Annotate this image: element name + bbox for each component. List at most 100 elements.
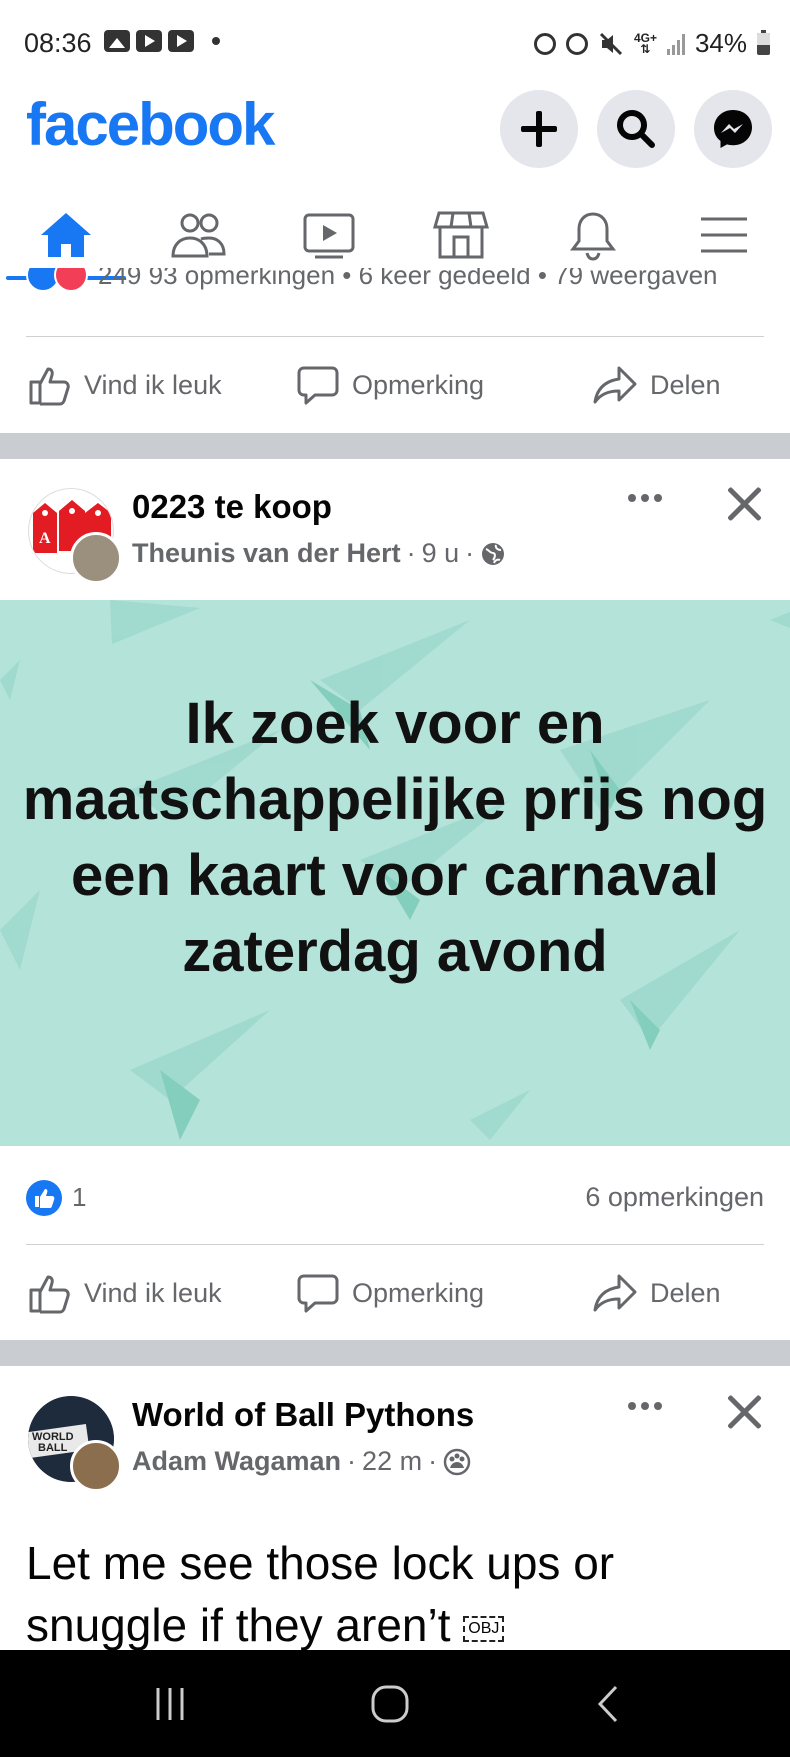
post-text: Let me see those lock ups or snuggle if … <box>26 1537 615 1651</box>
group-avatar[interactable]: WORLD BALL <box>28 1396 122 1492</box>
mute-icon <box>599 32 622 55</box>
more-notifications-dot-icon <box>212 37 220 45</box>
post-meta: Theunis van der Hert · 9 u · <box>132 538 506 569</box>
thumbs-up-icon <box>29 367 70 406</box>
back-icon <box>597 1685 618 1722</box>
previous-post-stats-text[interactable]: 249 93 opmerkingen • 6 keer gedeeld • 79… <box>98 268 718 291</box>
post-time[interactable]: 22 m <box>362 1446 422 1477</box>
divider <box>26 336 764 337</box>
signal-icon <box>666 33 685 55</box>
group-icon <box>443 1448 471 1475</box>
menu-icon <box>701 217 748 253</box>
create-button[interactable] <box>500 90 578 168</box>
facebook-logo[interactable]: facebook <box>26 90 275 159</box>
share-button[interactable]: Delen <box>592 342 721 428</box>
video-icon <box>303 213 355 259</box>
text-post-background[interactable]: Ik zoek voor en maatschappelijke prijs n… <box>0 600 790 1146</box>
comment-label: Opmerking <box>352 1277 485 1308</box>
marketplace-icon <box>432 211 489 259</box>
comment-icon <box>297 366 339 405</box>
divider <box>26 1244 764 1245</box>
comment-label: Opmerking <box>352 369 485 400</box>
post-group-name[interactable]: World of Ball Pythons <box>132 1396 474 1434</box>
messenger-icon <box>714 110 752 148</box>
comment-button[interactable]: Opmerking <box>296 342 484 428</box>
share-button[interactable]: Delen <box>592 1250 721 1336</box>
tab-watch[interactable] <box>263 190 395 280</box>
close-icon[interactable] <box>724 484 764 524</box>
bell-icon <box>569 212 616 261</box>
comment-icon <box>297 1274 339 1313</box>
search-button[interactable] <box>597 90 675 168</box>
meta-separator: · <box>406 538 416 568</box>
close-icon[interactable] <box>724 1392 764 1432</box>
lock-icon <box>533 32 556 55</box>
home-circle-icon <box>371 1685 409 1722</box>
post-author[interactable]: Adam Wagaman <box>132 1446 341 1477</box>
post-header: WORLD BALL World of Ball Pythons Adam Wa… <box>0 1368 790 1492</box>
meta-separator: · <box>347 1446 357 1476</box>
feed-separator <box>0 1340 790 1366</box>
more-options-icon[interactable] <box>628 494 662 502</box>
battery-percentage: 34% <box>694 28 747 58</box>
youtube-icon <box>136 30 162 52</box>
like-label: Vind ik leuk <box>84 369 222 400</box>
globe-icon <box>482 542 505 565</box>
group-avatar[interactable]: A <box>28 488 122 584</box>
like-button[interactable]: Vind ik leuk <box>28 342 222 428</box>
friends-icon <box>170 213 226 258</box>
svg-text:BALL: BALL <box>38 1442 68 1454</box>
post-group-name[interactable]: 0223 te koop <box>132 488 332 526</box>
share-label: Delen <box>650 369 721 400</box>
reaction-icons <box>26 268 88 292</box>
app-header: facebook <box>0 90 790 190</box>
share-icon <box>593 366 637 404</box>
recent-apps-button[interactable] <box>110 1650 230 1757</box>
tab-friends[interactable] <box>132 190 264 280</box>
post-actions: Vind ik leuk Opmerking Delen <box>0 1250 790 1336</box>
meta-separator: · <box>465 538 475 568</box>
previous-post-actions: Vind ik leuk Opmerking Delen <box>0 342 790 428</box>
home-button[interactable] <box>330 1650 450 1757</box>
main-tab-bar <box>0 190 790 280</box>
network-type-label: 4G+ ⇅ <box>633 30 657 56</box>
like-label: Vind ik leuk <box>84 1277 222 1308</box>
like-count[interactable]: 1 <box>72 1182 86 1213</box>
post-time[interactable]: 9 u <box>422 538 460 569</box>
comments-count[interactable]: 6 opmerkingen <box>585 1182 764 1213</box>
previous-post-stats: 249 93 opmerkingen • 6 keer gedeeld • 79… <box>0 268 790 302</box>
feed-separator <box>0 433 790 459</box>
tab-home[interactable] <box>0 190 132 280</box>
share-icon <box>593 1274 637 1312</box>
post-author[interactable]: Theunis van der Hert <box>132 538 401 569</box>
home-icon <box>40 213 91 257</box>
comment-button[interactable]: Opmerking <box>296 1250 484 1336</box>
status-bar: 08:36 4G+ ⇅ 34% <box>0 0 790 90</box>
youtube-icon <box>168 30 194 52</box>
tab-notifications[interactable] <box>527 190 659 280</box>
author-avatar[interactable] <box>70 1440 122 1492</box>
author-avatar[interactable] <box>70 532 122 584</box>
like-reaction-icon[interactable] <box>26 1180 62 1216</box>
post-body: Let me see those lock ups or snuggle if … <box>26 1532 766 1656</box>
system-icons: 4G+ ⇅ 34% <box>533 28 770 59</box>
search-icon <box>617 110 655 148</box>
tab-menu[interactable] <box>658 190 790 280</box>
back-button[interactable] <box>550 1650 670 1757</box>
share-label: Delen <box>650 1277 721 1308</box>
messenger-button[interactable] <box>694 90 772 168</box>
thumbs-up-icon <box>29 1275 70 1314</box>
post-header: A 0223 te koop Theunis van der Hert · 9 … <box>0 460 790 584</box>
meta-separator: · <box>428 1446 438 1476</box>
tab-marketplace[interactable] <box>395 190 527 280</box>
svg-text:A: A <box>39 530 51 547</box>
gallery-icon <box>104 30 130 52</box>
post-text: Ik zoek voor en maatschappelijke prijs n… <box>22 691 768 984</box>
status-time: 08:36 <box>24 28 92 58</box>
post-stats: 1 6 opmerkingen <box>0 1168 790 1226</box>
plus-icon <box>521 111 557 147</box>
like-button[interactable]: Vind ik leuk <box>28 1250 222 1336</box>
alarm-icon <box>565 32 588 55</box>
system-navigation-bar <box>0 1650 790 1757</box>
more-options-icon[interactable] <box>628 1402 662 1410</box>
